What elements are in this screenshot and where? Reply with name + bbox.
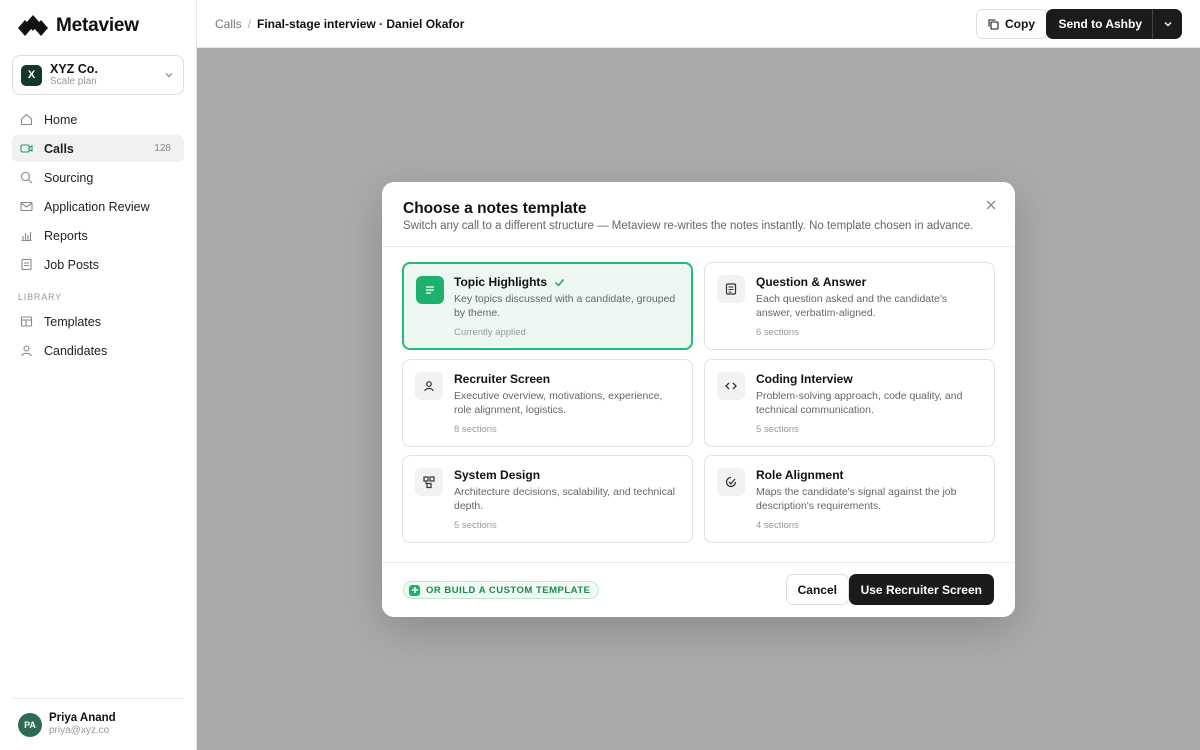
nav-item-candidates[interactable]: Candidates [12,337,184,364]
video-icon [20,142,33,155]
breadcrumb: Calls / Final-stage interview · Daniel O… [215,17,464,31]
dialog-title: Choose a notes template [403,200,587,217]
nav-item-label: Templates [44,314,101,329]
nav-item-label: Candidates [44,343,108,358]
nav-item-reports[interactable]: Reports [12,222,184,249]
list-icon [416,276,444,304]
calls-count-badge: 128 [154,143,171,154]
dialog-subtitle: Switch any call to a different structure… [403,220,974,232]
template-icon [20,315,33,328]
diagram-icon [415,468,443,496]
template-card-topic-highlights[interactable]: Topic Highlights Key topics discussed wi… [402,262,693,350]
top-bar: Calls / Final-stage interview · Daniel O… [197,0,1200,48]
document-icon [20,258,33,271]
template-card-recruiter-screen[interactable]: Recruiter Screen Executive overview, mot… [402,359,693,447]
template-card-coding-interview[interactable]: Coding Interview Problem-solving approac… [704,359,995,447]
nav-item-label: Home [44,112,78,127]
nav-item-label: Calls [44,141,74,156]
nav-item-home[interactable]: Home [12,106,184,133]
template-title: System Design [454,468,541,482]
close-icon[interactable] [985,199,997,211]
template-description: Maps the candidate's signal against the … [756,486,957,512]
template-title: Topic Highlights [454,275,548,289]
user-profile[interactable]: PA Priya Anand priya@xyz.co [12,698,184,750]
chevron-down-icon [1164,22,1171,27]
search-icon [20,171,33,184]
nav-item-calls[interactable]: Calls 128 [12,135,184,162]
template-description: Problem-solving approach, code quality, … [756,390,963,416]
template-card-role-alignment[interactable]: Role Alignment Maps the candidate's sign… [704,455,995,543]
send-label[interactable]: Send to Ashby [1046,9,1152,39]
org-badge: X [21,64,42,86]
sidebar: Metaview X XYZ Co. Scale plan Home Calls… [0,0,197,750]
user-email: priya@xyz.co [49,725,110,737]
nav-item-templates[interactable]: Templates [12,308,184,335]
org-switcher[interactable]: X XYZ Co. Scale plan [12,55,184,95]
template-card-question-answer[interactable]: Question & Answer Each question asked an… [704,262,995,350]
send-options-dropdown[interactable] [1153,9,1182,39]
cancel-button[interactable]: Cancel [785,574,849,605]
template-section-count: 6 sections [756,327,799,338]
main-nav: Home Calls 128 Sourcing Application Revi… [12,106,184,280]
template-card-system-design[interactable]: System Design Architecture decisions, sc… [402,455,693,543]
target-icon [717,468,745,496]
use-template-button[interactable]: Use Recruiter Screen [848,574,994,605]
breadcrumb-separator: / [247,17,252,31]
build-custom-template-button[interactable]: OR BUILD A CUSTOM TEMPLATE [403,581,600,599]
home-icon [20,113,33,126]
plus-icon [409,584,420,596]
send-to-ashby-button[interactable]: Send to Ashby [1046,9,1182,39]
nav-item-label: Job Posts [44,257,99,272]
nav-item-label: Sourcing [44,170,94,185]
template-section-count: 4 sections [756,520,799,531]
nav-item-sourcing[interactable]: Sourcing [12,164,184,191]
person-icon [20,344,33,357]
code-icon [717,372,745,400]
dialog-footer: OR BUILD A CUSTOM TEMPLATE Cancel Use Re… [382,562,1015,617]
template-section-count: 5 sections [454,520,497,531]
person-icon [415,372,443,400]
template-title: Recruiter Screen [454,372,551,386]
nav-item-application-review[interactable]: Application Review [12,193,184,220]
library-nav: Templates Candidates [12,308,184,366]
custom-template-label: OR BUILD A CUSTOM TEMPLATE [426,584,591,596]
avatar: PA [18,712,42,737]
org-plan: Scale plan [50,76,97,88]
app-name: Metaview [56,15,139,36]
mail-icon [20,200,33,213]
template-title: Coding Interview [756,372,853,386]
breadcrumb-parent[interactable]: Calls [215,17,242,31]
check-icon [554,277,565,288]
chart-icon [20,229,33,242]
template-description: Executive overview, motivations, experie… [454,390,663,416]
nav-item-label: Application Review [44,199,150,214]
user-name: Priya Anand [49,711,116,724]
copy-button[interactable]: Copy [976,9,1047,39]
library-section-label: LIBRARY [18,292,62,302]
template-description: Key topics discussed with a candidate, g… [454,293,676,319]
template-section-count: 8 sections [454,424,497,435]
template-description: Architecture decisions, scalability, and… [454,486,675,512]
template-description: Each question asked and the candidate's … [756,293,948,319]
notes-template-dialog: Choose a notes template Switch any call … [382,182,1015,617]
template-status: Currently applied [454,327,526,338]
template-title: Role Alignment [756,468,844,482]
app-logo[interactable]: Metaview [18,15,139,37]
notes-icon [717,275,745,303]
copy-icon [988,18,999,30]
nav-item-label: Reports [44,228,88,243]
nav-item-job-posts[interactable]: Job Posts [12,251,184,278]
copy-label: Copy [1005,17,1035,31]
chevron-down-icon [165,73,173,78]
breadcrumb-current: Final-stage interview · Daniel Okafor [257,17,465,31]
template-section-count: 5 sections [756,424,799,435]
dialog-header: Choose a notes template Switch any call … [382,182,1015,247]
org-name: XYZ Co. [50,61,98,76]
template-title: Question & Answer [756,275,867,289]
logo-icon [18,15,48,36]
